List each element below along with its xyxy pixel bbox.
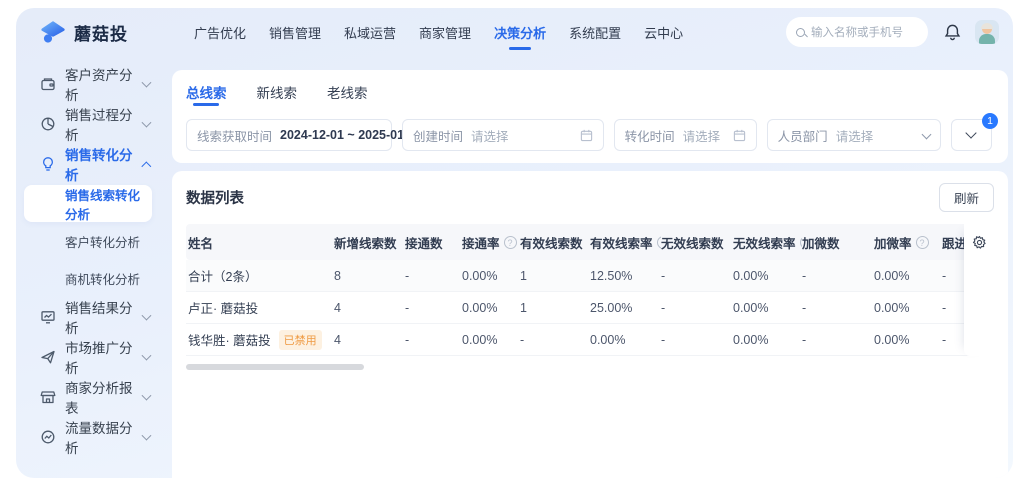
lead-tabs: 总线索 新线索 老线索	[186, 79, 994, 107]
lead-time-range-picker[interactable]: 线索获取时间 2024-12-01 ~ 2025-01-31	[186, 119, 392, 151]
calendar-icon	[725, 129, 746, 142]
brand[interactable]: 蘑菇投	[40, 19, 170, 45]
nav-item-sales-management[interactable]: 销售管理	[269, 17, 321, 48]
table-row[interactable]: 钱华胜· 蘑菇投 已禁用 4 - 0.00% - 0.00% - 0.00% -…	[186, 324, 994, 356]
col-connected[interactable]: 接通数	[405, 233, 462, 252]
nav-item-cloud-center[interactable]: 云中心	[644, 17, 683, 48]
sidebar-item-merchant-reports[interactable]: 商家分析报表	[16, 377, 164, 417]
app-window: 蘑菇投 广告优化 销售管理 私域运营 商家管理 决策分析 系统配置 云中心 输入…	[16, 8, 1013, 478]
horizontal-scrollbar[interactable]	[186, 364, 364, 370]
sidebar-item-customer-assets[interactable]: 客户资产分析	[16, 64, 164, 104]
monitor-chart-icon	[40, 309, 56, 325]
disabled-badge: 已禁用	[279, 330, 322, 350]
nav-item-ad-optimization[interactable]: 广告优化	[194, 17, 246, 48]
table-row[interactable]: 合计（2条） 8 - 0.00% 1 12.50% - 0.00% - 0.00…	[186, 260, 994, 292]
col-connect-rate[interactable]: 接通率 ?	[462, 233, 520, 252]
tab-new-leads[interactable]: 新线索	[257, 79, 298, 102]
nav-item-system-config[interactable]: 系统配置	[569, 17, 621, 48]
user-avatar[interactable]	[975, 20, 999, 44]
main-nav: 广告优化 销售管理 私域运营 商家管理 决策分析 系统配置 云中心	[194, 17, 683, 48]
storefront-icon	[40, 389, 56, 405]
table-header-row: 姓名 新增线索数 接通数 接通率 ? 有效线索数 有效线索率 ? 无效线索数	[186, 224, 994, 260]
fixed-settings-column	[964, 224, 994, 356]
sidebar-subitem-opportunity-conversion[interactable]: 商机转化分析	[16, 260, 164, 297]
create-time-picker[interactable]: 创建时间 请选择	[402, 119, 604, 151]
nav-item-merchant-management[interactable]: 商家管理	[419, 17, 471, 48]
col-valid-leads[interactable]: 有效线索数	[520, 233, 590, 252]
trend-circle-icon	[40, 429, 56, 445]
sidebar-subitem-lead-conversion[interactable]: 销售线索转化分析	[24, 185, 152, 222]
tab-all-leads[interactable]: 总线索	[186, 79, 227, 102]
chevron-down-icon	[966, 127, 977, 138]
col-wechat-added[interactable]: 加微数	[802, 233, 874, 252]
col-invalid-rate[interactable]: 无效线索率 ?	[733, 233, 802, 252]
table-row[interactable]: 卢正· 蘑菇投 4 - 0.00% 1 25.00% - 0.00% - 0.0…	[186, 292, 994, 324]
department-select[interactable]: 人员部门 请选择	[767, 119, 941, 151]
top-bar: 蘑菇投 广告优化 销售管理 私域运营 商家管理 决策分析 系统配置 云中心 输入…	[16, 8, 1013, 56]
col-valid-rate[interactable]: 有效线索率 ?	[590, 233, 661, 252]
calendar-icon	[572, 129, 593, 142]
notification-bell-icon[interactable]	[944, 23, 961, 41]
help-icon[interactable]: ?	[504, 236, 517, 249]
filter-card: 总线索 新线索 老线索 线索获取时间 2024-12-01 ~ 2025-01-…	[172, 70, 1008, 163]
tab-old-leads[interactable]: 老线索	[327, 79, 368, 102]
data-list-card: 数据列表 刷新 姓名 新增线索数 接通数 接通率 ? 有效线索数	[172, 171, 1008, 478]
nav-item-private-domain[interactable]: 私域运营	[344, 17, 396, 48]
col-new-leads[interactable]: 新增线索数	[334, 233, 405, 252]
paper-plane-icon	[40, 349, 56, 365]
search-icon	[796, 28, 805, 37]
active-filter-count-badge: 1	[982, 113, 998, 129]
sidebar-item-sales-conversion[interactable]: 销售转化分析	[16, 144, 164, 184]
global-search-input[interactable]: 输入名称或手机号	[786, 17, 928, 47]
brand-logo-icon	[40, 19, 66, 45]
chevron-down-icon	[915, 133, 930, 138]
main-content: 总线索 新线索 老线索 线索获取时间 2024-12-01 ~ 2025-01-…	[164, 56, 1013, 478]
refresh-button[interactable]: 刷新	[939, 183, 994, 212]
sidebar-item-sales-results[interactable]: 销售结果分析	[16, 297, 164, 337]
col-invalid-leads[interactable]: 无效线索数	[661, 233, 733, 252]
convert-time-picker[interactable]: 转化时间 请选择	[614, 119, 757, 151]
pie-chart-icon	[40, 116, 56, 132]
sidebar-item-marketing-promotion[interactable]: 市场推广分析	[16, 337, 164, 377]
help-icon[interactable]: ?	[916, 236, 929, 249]
brand-name: 蘑菇投	[74, 20, 128, 45]
lightbulb-icon	[40, 156, 56, 172]
sidebar: 客户资产分析 销售过程分析 销售转化分析 销售线索转化分析 客户转化分析 商机转…	[16, 56, 164, 478]
col-wechat-rate[interactable]: 加微率 ?	[874, 233, 942, 252]
sidebar-subitem-customer-conversion[interactable]: 客户转化分析	[16, 223, 164, 260]
data-list-title: 数据列表	[186, 187, 244, 208]
col-name[interactable]: 姓名	[186, 233, 334, 252]
sidebar-item-traffic-data[interactable]: 流量数据分析	[16, 417, 164, 457]
nav-item-decision-analysis[interactable]: 决策分析	[494, 17, 546, 48]
data-table: 姓名 新增线索数 接通数 接通率 ? 有效线索数 有效线索率 ? 无效线索数	[186, 224, 994, 370]
filter-row: 线索获取时间 2024-12-01 ~ 2025-01-31 创建时间 请选择	[186, 119, 994, 151]
wallet-icon	[40, 76, 56, 92]
sidebar-item-sales-process[interactable]: 销售过程分析	[16, 104, 164, 144]
filter-collapse-button[interactable]: 1	[951, 119, 992, 151]
column-settings-gear-icon[interactable]	[972, 235, 987, 250]
search-placeholder: 输入名称或手机号	[811, 24, 903, 40]
